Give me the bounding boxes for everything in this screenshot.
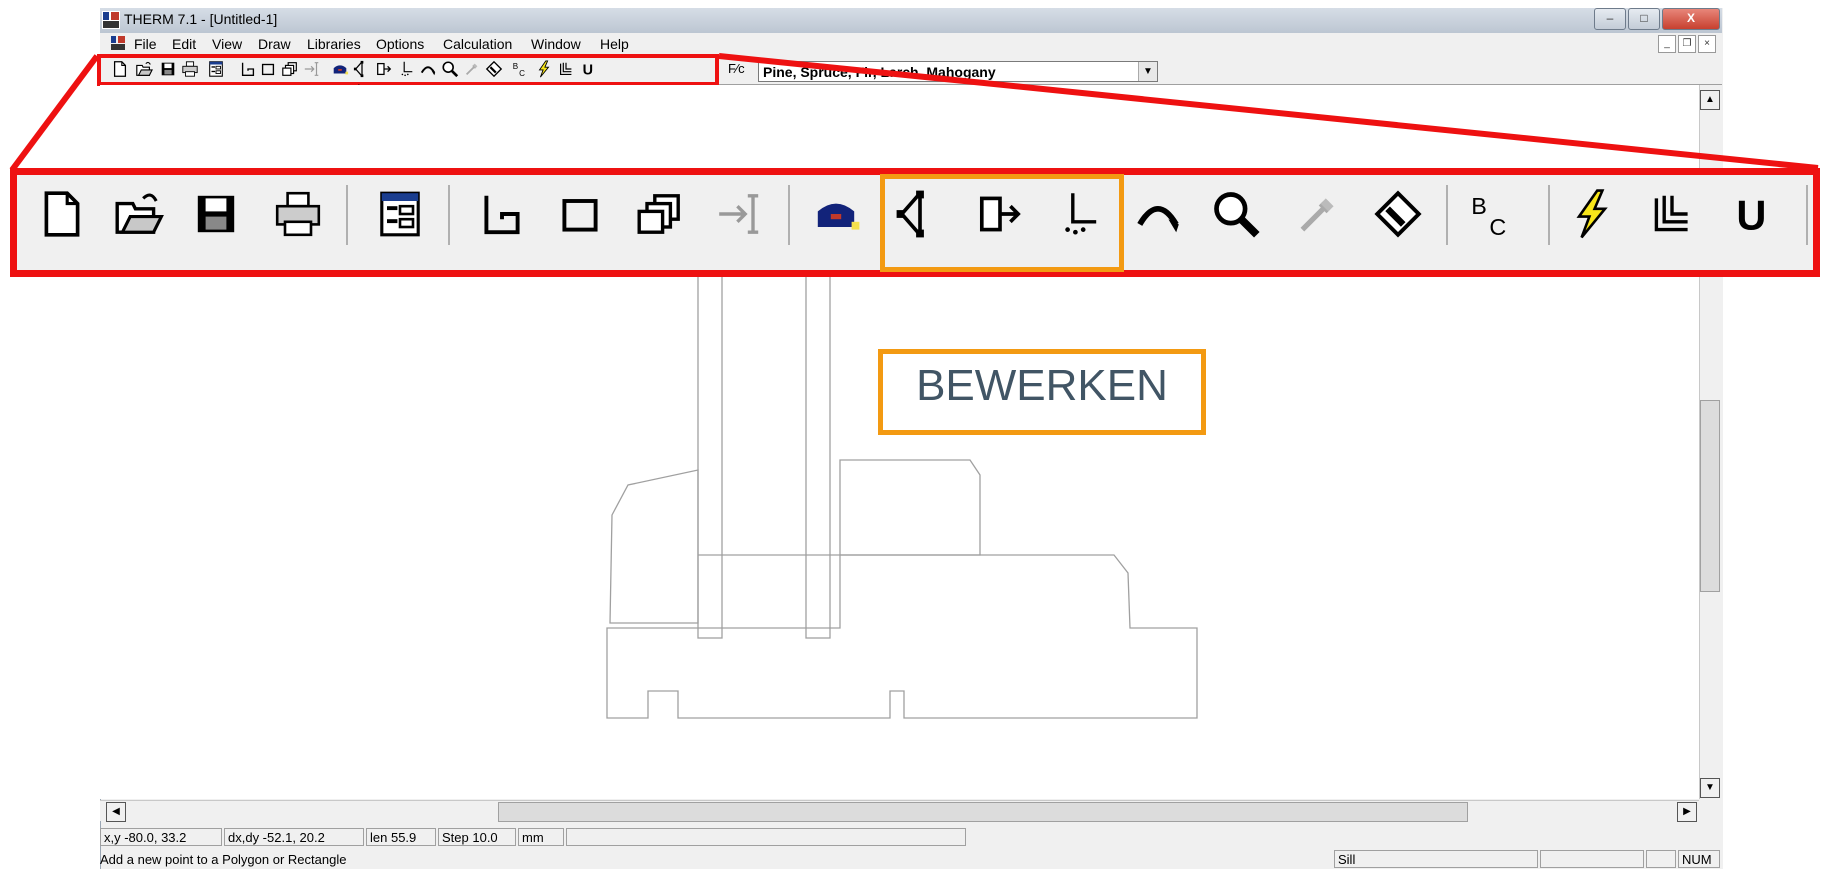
zoom-separator (346, 185, 348, 245)
zoom-separator (1548, 185, 1550, 245)
status-num: NUM (1678, 850, 1720, 868)
status-empty-field-2 (1540, 850, 1644, 868)
svg-text:U: U (1736, 192, 1766, 239)
scroll-down-icon[interactable]: ▼ (1700, 778, 1720, 798)
zoom-open-file-icon (110, 188, 166, 244)
zoom-properties-icon (372, 188, 428, 244)
zoom-boundary-condition-icon: BC (1464, 188, 1520, 244)
annotation-label: BEWERKEN (916, 361, 1168, 410)
vertical-scroll-thumb[interactable] (1700, 400, 1720, 592)
zoom-separator (788, 185, 790, 245)
status-hint: Add a new point to a Polygon or Rectangl… (100, 852, 347, 867)
zoom-arc-icon (1130, 188, 1186, 244)
status-step: Step 10.0 (438, 828, 516, 846)
horizontal-scroll-thumb[interactable] (498, 802, 1468, 822)
zoom-new-file-icon (34, 188, 90, 244)
zoom-save-icon (188, 188, 244, 244)
zoom-fill-void-icon (632, 188, 688, 244)
zoom-rectangle-icon (552, 188, 608, 244)
zoom-eyedropper-icon (1290, 188, 1346, 244)
zoom-polygon-draw-icon (474, 188, 530, 244)
zoom-rotate-icon (1370, 188, 1426, 244)
scroll-right-icon[interactable]: ▶ (1677, 802, 1697, 822)
zoom-separator (448, 185, 450, 245)
status-empty-field-3 (1646, 850, 1676, 868)
zoom-isotherm-icon (1644, 188, 1700, 244)
zoom-u-factor-icon: U (1724, 188, 1780, 244)
status-xy: x,y -80.0, 33.2 (100, 828, 222, 846)
status-units: mm (518, 828, 564, 846)
status-empty-field (566, 828, 966, 846)
svg-text:B: B (1471, 193, 1487, 219)
status-dxdy: dx,dy -52.1, 20.2 (224, 828, 364, 846)
status-section: Sill (1334, 850, 1538, 868)
svg-text:C: C (1489, 214, 1506, 240)
status-length: len 55.9 (366, 828, 436, 846)
zoom-dimension-icon (712, 188, 768, 244)
edit-tools-group-frame (880, 174, 1124, 272)
scroll-left-icon[interactable]: ◀ (106, 802, 126, 822)
zoom-zoom-icon (1208, 188, 1264, 244)
zoom-tape-measure-icon (808, 188, 864, 244)
zoom-separator (1446, 185, 1448, 245)
zoom-separator (1806, 185, 1808, 245)
zoom-calculate-icon (1564, 188, 1620, 244)
zoom-print-icon (270, 188, 326, 244)
